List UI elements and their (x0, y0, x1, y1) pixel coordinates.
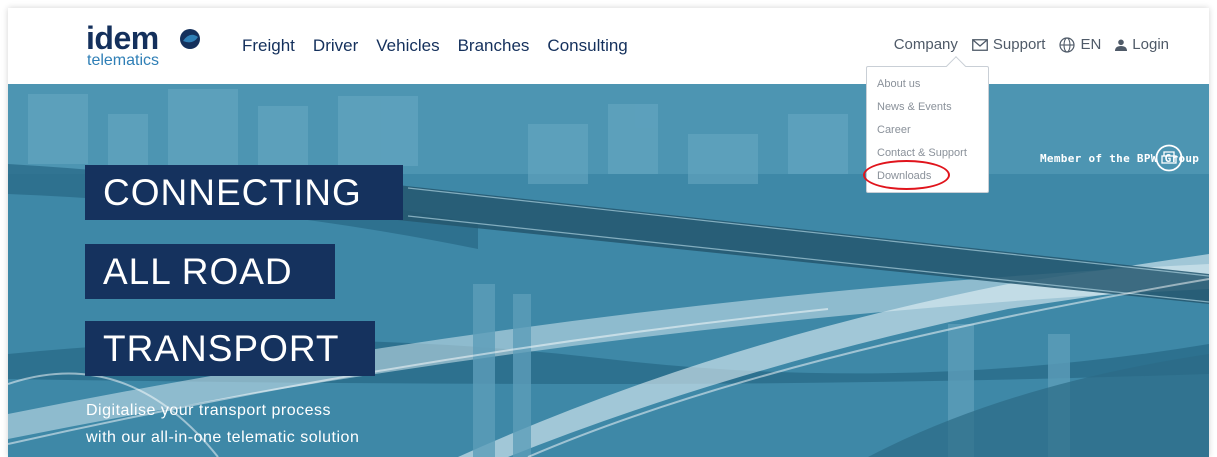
language-label: EN (1080, 36, 1102, 53)
nav-branches[interactable]: Branches (458, 36, 530, 56)
logo-wordmark: idem (86, 20, 159, 56)
headline-line-2: ALL ROAD (85, 244, 335, 299)
nav-company-label: Company (893, 36, 958, 53)
mail-icon (972, 38, 988, 51)
tagline-line-1: Digitalise your transport process (86, 402, 332, 419)
nav-support[interactable]: Support (972, 36, 1046, 53)
logo-subtitle: telematics (87, 52, 160, 69)
nav-consulting[interactable]: Consulting (547, 36, 627, 56)
tagline-line-2: with our all-in-one telematic solution (86, 429, 360, 446)
site-header: idem telematics Freight Driver Vehicles … (8, 8, 1209, 84)
bpw-badge-icon (1155, 144, 1183, 172)
nav-driver[interactable]: Driver (313, 36, 358, 56)
idem-logo[interactable]: idem telematics (86, 22, 206, 74)
utility-navigation: Company Support EN Login (880, 36, 1169, 53)
browser-page: idem telematics Freight Driver Vehicles … (8, 8, 1209, 457)
main-navigation: Freight Driver Vehicles Branches Consult… (242, 36, 646, 56)
language-switcher[interactable]: EN (1059, 36, 1101, 53)
nav-vehicles[interactable]: Vehicles (376, 36, 439, 56)
globe-icon (1059, 36, 1076, 53)
nav-freight[interactable]: Freight (242, 36, 295, 56)
nav-login[interactable]: Login (1115, 36, 1169, 53)
logo-globe-icon (180, 29, 200, 49)
hero-banner: CONNECTING ALL ROAD TRANSPORT Digitalise… (8, 84, 1209, 457)
user-icon (1115, 39, 1128, 51)
menu-item-about-us[interactable]: About us (867, 77, 988, 100)
nav-login-label: Login (1132, 36, 1169, 53)
nav-company[interactable]: Company (894, 36, 958, 53)
downloads-highlight-circle (863, 160, 950, 190)
headline-line-1: CONNECTING (85, 165, 403, 220)
menu-item-career[interactable]: Career (867, 123, 988, 146)
menu-item-news-events[interactable]: News & Events (867, 100, 988, 123)
nav-support-label: Support (992, 36, 1046, 53)
headline-line-3: TRANSPORT (85, 321, 375, 376)
